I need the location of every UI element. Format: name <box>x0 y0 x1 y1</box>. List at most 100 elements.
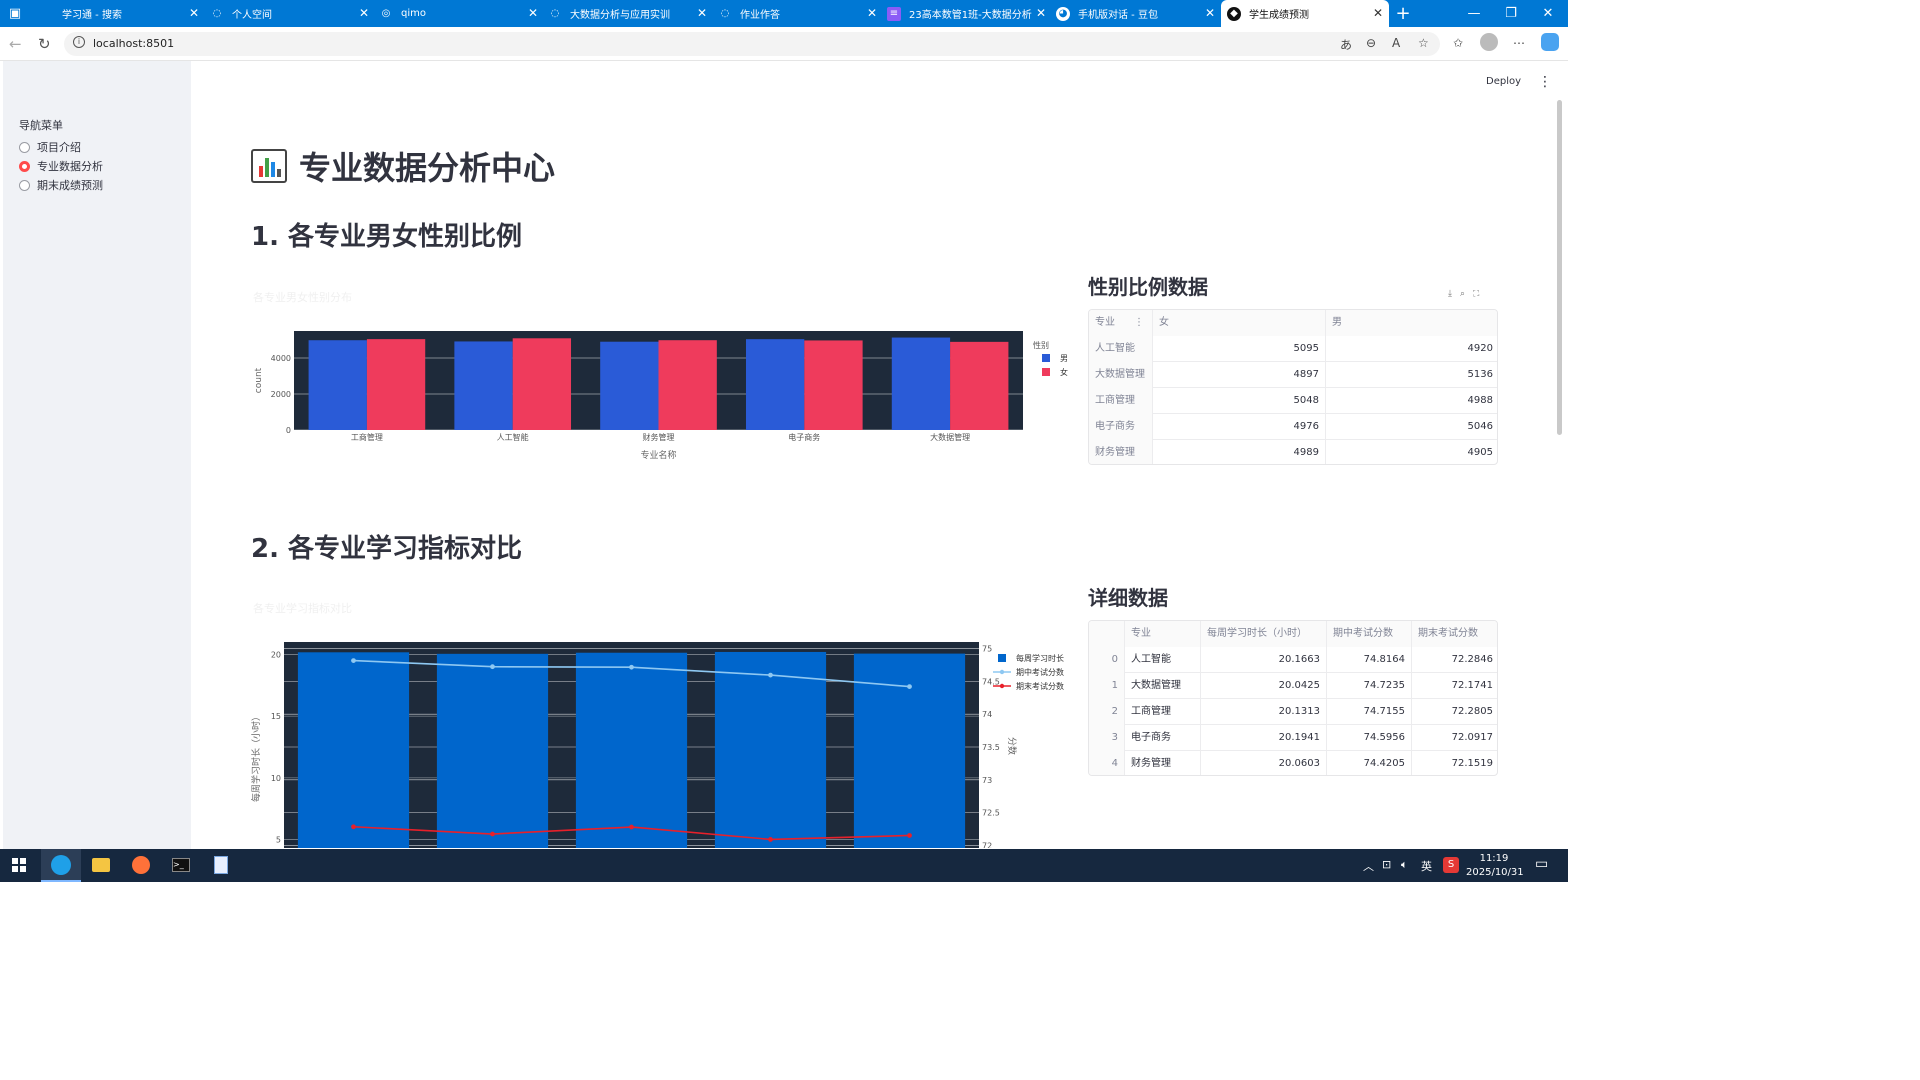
radio-icon[interactable] <box>19 141 30 153</box>
nav-item-grade-prediction[interactable]: 期末成绩预测 <box>19 177 103 193</box>
show-hidden-icons-icon[interactable]: ︿ <box>1363 858 1374 874</box>
series-point <box>351 824 356 830</box>
workspaces-icon[interactable]: ▣ <box>0 0 30 27</box>
table-cell: 72.1519 <box>1451 758 1493 769</box>
notification-center-icon[interactable]: ▭ <box>1535 856 1548 872</box>
section1-heading: 1. 各专业男女性别比例 <box>251 222 523 252</box>
table-cell: 4989 <box>1153 440 1326 464</box>
page-scrollbar[interactable] <box>1557 100 1562 435</box>
legend-label: 期末考试分数 <box>1016 681 1064 691</box>
close-tab-icon[interactable]: ✕ <box>189 6 199 20</box>
site-info-icon[interactable]: i <box>73 36 85 48</box>
table-cell: 72.0917 <box>1451 732 1493 743</box>
study-metrics-combo-chart[interactable]: 72 72.5 73 73.5 74 74.5 75 5 10 15 20 每周学习时长（小时） 分数 每… <box>245 636 1085 848</box>
table-row[interactable]: 0 人工智能 20.1663 74.8164 72.2846 <box>1089 647 1497 673</box>
ime-indicator[interactable]: 英 <box>1421 858 1432 874</box>
favorites-icon[interactable]: ✩ <box>1453 36 1463 50</box>
close-tab-icon[interactable]: ✕ <box>528 6 538 20</box>
close-window-icon[interactable]: ✕ <box>1530 0 1566 27</box>
sogou-ime-icon[interactable]: S <box>1443 857 1459 873</box>
nav-item-major-analysis[interactable]: 专业数据分析 <box>19 158 103 174</box>
read-aloud-icon[interactable]: A <box>1392 36 1400 50</box>
close-tab-icon[interactable]: ✕ <box>867 6 877 20</box>
file-explorer-icon[interactable] <box>88 853 114 877</box>
column-menu-icon[interactable]: ⋮ <box>1134 310 1144 336</box>
column-header[interactable] <box>1089 621 1125 647</box>
legend-label: 期中考试分数 <box>1016 667 1064 677</box>
translate-icon[interactable]: あ <box>1340 36 1352 53</box>
table-cell: 电子商务 <box>1089 414 1153 440</box>
radio-icon[interactable] <box>19 179 30 191</box>
table-row[interactable]: 4 财务管理 20.0603 74.4205 72.1519 <box>1089 751 1497 775</box>
windows-start-icon[interactable] <box>6 853 32 877</box>
url-field[interactable]: i localhost:8501 <box>64 32 1440 56</box>
close-tab-icon[interactable]: ✕ <box>359 6 369 20</box>
taskbar-clock[interactable]: 11:19 2025/10/31 <box>1466 852 1524 880</box>
fullscreen-icon[interactable]: ⛶ <box>1473 289 1487 299</box>
column-header[interactable]: 期中考试分数 <box>1327 621 1412 647</box>
table-row[interactable]: 财务管理 4989 4905 <box>1089 440 1497 464</box>
notepad-icon[interactable] <box>208 853 234 877</box>
radio-selected-icon[interactable] <box>19 160 30 172</box>
column-header[interactable]: 专业 ⋮ <box>1089 310 1153 336</box>
network-icon[interactable]: ⊡ <box>1382 858 1391 871</box>
tab-class-bigdata[interactable]: ≡ 23高本数管1班-大数据分析 ✕ <box>887 0 1052 27</box>
column-header[interactable]: 专业 <box>1125 621 1201 647</box>
gender-bar-chart[interactable]: 0 2000 4000 工商管理 人工智能 财务管理 电子商务 大数据管理专业名称 count 性… <box>245 320 1085 470</box>
more-options-icon[interactable]: ⋯ <box>1513 36 1525 50</box>
close-tab-icon[interactable]: ✕ <box>1036 6 1046 20</box>
deploy-button[interactable]: Deploy <box>1486 76 1521 87</box>
favorite-star-icon[interactable]: ☆ <box>1418 36 1429 50</box>
table-row[interactable]: 3 电子商务 20.1941 74.5956 72.0917 <box>1089 725 1497 751</box>
column-header[interactable]: 女 <box>1153 310 1326 336</box>
close-tab-icon[interactable]: ✕ <box>1373 6 1383 20</box>
page-title-row: 专业数据分析中心 <box>251 143 555 189</box>
zoom-icon[interactable]: ⊖ <box>1366 36 1376 50</box>
table-cell: 电子商务 <box>1125 725 1201 751</box>
refresh-icon[interactable]: ↻ <box>38 35 51 53</box>
table-row[interactable]: 人工智能 5095 4920 <box>1089 336 1497 362</box>
tab-xuexitong[interactable]: 学习通 - 搜索 ✕ <box>40 0 205 27</box>
profile-avatar-icon[interactable] <box>1480 33 1498 51</box>
copilot-icon[interactable] <box>1541 33 1559 51</box>
download-icon[interactable]: ⤓ <box>1448 289 1460 299</box>
bar-女 <box>950 341 1009 430</box>
detail-table[interactable]: 专业 每周学习时长（小时） 期中考试分数 期末考试分数 0 人工智能 20.16… <box>1088 620 1498 776</box>
table-row[interactable]: 电子商务 4976 5046 <box>1089 414 1497 440</box>
tab-doubao[interactable]: ◕ 手机版对话 - 豆包 ✕ <box>1056 0 1221 27</box>
table-row[interactable]: 1 大数据管理 20.0425 74.7235 72.1741 <box>1089 673 1497 699</box>
detail-table-heading: 详细数据 <box>1088 586 1168 610</box>
tab-favicon-icon: ◌ <box>720 8 730 19</box>
y-tick-label: 0 <box>286 426 291 435</box>
nav-item-project-intro[interactable]: 项目介绍 <box>19 139 81 155</box>
search-icon[interactable]: ⌕ <box>1460 289 1473 299</box>
new-tab-icon[interactable]: + <box>1390 0 1416 27</box>
edge-taskbar-icon[interactable] <box>41 849 81 882</box>
table-row[interactable]: 大数据管理 4897 5136 <box>1089 362 1497 388</box>
table-row[interactable]: 工商管理 5048 4988 <box>1089 388 1497 414</box>
column-header-label: 专业 <box>1095 317 1115 328</box>
back-icon[interactable]: ← <box>9 35 22 53</box>
column-header[interactable]: 期末考试分数 <box>1412 621 1497 647</box>
terminal-icon[interactable]: >_ <box>168 853 194 877</box>
table-row[interactable]: 2 工商管理 20.1313 74.7155 72.2805 <box>1089 699 1497 725</box>
tab-bigdata-course[interactable]: ◌ 大数据分析与应用实训 ✕ <box>548 0 713 27</box>
firefox-icon[interactable] <box>128 853 154 877</box>
restore-icon[interactable]: ❐ <box>1493 0 1529 27</box>
tab-personal-space[interactable]: ◌ 个人空间 ✕ <box>210 0 375 27</box>
minimize-icon[interactable]: — <box>1456 0 1492 27</box>
column-header[interactable]: 男 <box>1326 310 1497 336</box>
close-tab-icon[interactable]: ✕ <box>1205 6 1215 20</box>
volume-icon[interactable]: 🔈︎ <box>1401 858 1408 872</box>
nav-item-label: 项目介绍 <box>37 141 81 154</box>
tab-student-grade-prediction[interactable]: ◆ 学生成绩预测 ✕ <box>1221 0 1389 27</box>
bar-女 <box>804 340 863 430</box>
tab-homework[interactable]: ◌ 作业作答 ✕ <box>718 0 883 27</box>
tab-qimo[interactable]: ◎ qimo ✕ <box>379 0 544 27</box>
main-menu-icon[interactable]: ⋮ <box>1538 74 1552 90</box>
table-cell: 2 <box>1089 699 1125 725</box>
gender-table[interactable]: 专业 ⋮ 女 男 人工智能 5095 4920 大数据管理 4897 5136 工… <box>1088 309 1498 465</box>
close-tab-icon[interactable]: ✕ <box>697 6 707 20</box>
table-cell: 20.1663 <box>1201 647 1327 673</box>
column-header[interactable]: 每周学习时长（小时） <box>1201 621 1327 647</box>
